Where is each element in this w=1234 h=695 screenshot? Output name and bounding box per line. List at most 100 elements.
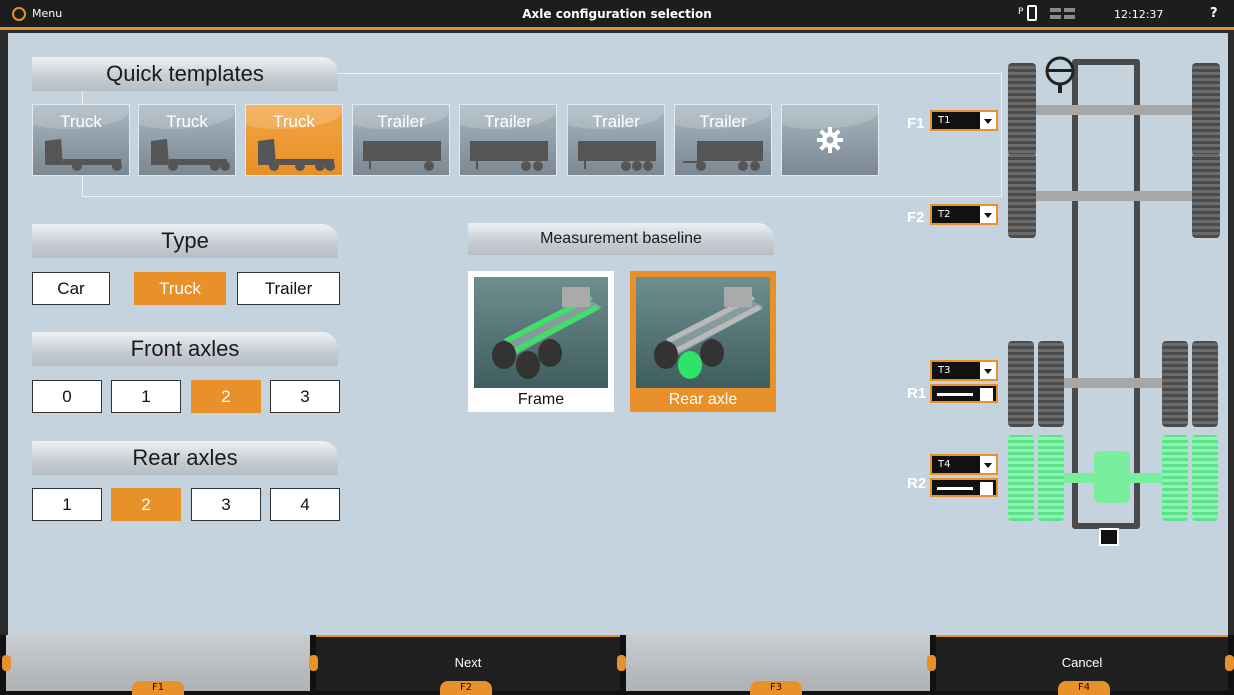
chevron-down-icon (980, 112, 996, 129)
f2-key-tab: F2 (440, 681, 492, 695)
chevron-down-icon (980, 206, 996, 223)
steering-wheel-icon (1045, 56, 1075, 93)
template-button-1[interactable]: Truck (32, 104, 130, 176)
f1-key-tab: F1 (132, 681, 184, 695)
template-button-label: Truck (273, 112, 315, 131)
baseline-frame-label: Frame (517, 391, 565, 408)
help-button[interactable]: ? (1210, 6, 1218, 21)
front-axles-title: Front axles (130, 336, 240, 361)
divider-notch (927, 655, 936, 671)
axle-tag-f1: F1 (907, 115, 925, 132)
axle-diagram: F1 T1 F2 T2 R1 T3 R2 T4 (888, 53, 1220, 546)
type-option-truck[interactable]: Truck (134, 272, 226, 305)
divider-notch (309, 655, 318, 671)
type-title: Type (161, 228, 209, 253)
axle-tag-r2: R2 (907, 475, 927, 492)
template-button-7[interactable]: Trailer (674, 104, 772, 176)
axle-beam-f2 (1036, 191, 1192, 201)
quick-templates-header: Quick templates (32, 57, 338, 91)
tire-r1-left-outer (1008, 341, 1034, 427)
track-width-icon (937, 487, 973, 490)
tire-f2-left (1008, 153, 1036, 238)
chevron-down-icon (980, 456, 996, 473)
template-button-3[interactable]: Truck (245, 104, 343, 176)
axle-select-f2-value: T2 (938, 209, 951, 220)
front-axles-header: Front axles (32, 332, 338, 366)
divider-notch (2, 655, 11, 671)
template-button-label: Trailer (377, 112, 425, 131)
tire-r2-left-inner (1038, 435, 1064, 521)
rear-axles-option-2[interactable]: 2 (111, 488, 181, 521)
cancel-button-label: Cancel (1061, 655, 1103, 670)
front-axles-option-0[interactable]: 0 (32, 380, 102, 413)
page-title: Axle configuration selection (522, 7, 712, 21)
truck-3axle-icon (151, 139, 230, 171)
template-settings-button[interactable] (781, 104, 879, 176)
truck-chassis-image (492, 287, 602, 379)
function-key-bar: Next Cancel F1 F2 F3 F4 (0, 635, 1234, 695)
phone-icon (1027, 5, 1037, 21)
baseline-rear-axle-label: Rear axle (668, 391, 738, 408)
frame-baseline-image (474, 277, 608, 388)
up-arrow-icon (980, 482, 993, 495)
axle-select-r2[interactable]: T4 (930, 454, 998, 475)
axle-tag-r1: R1 (907, 385, 927, 402)
axle-select-f1-value: T1 (938, 115, 951, 126)
front-axles-option-2[interactable]: 2 (191, 380, 261, 413)
front-axles-option-3[interactable]: 3 (270, 380, 340, 413)
template-button-4[interactable]: Trailer (352, 104, 450, 176)
axle-tag-f2: F2 (907, 209, 925, 226)
truck-rear-axle-image (654, 287, 764, 379)
drawbar-trailer-icon (683, 141, 763, 171)
title-bar: Menu Axle configuration selection P 12:1… (0, 0, 1234, 30)
baseline-option-rear-axle[interactable]: Rear axle (630, 271, 776, 412)
rear-axles-option-1[interactable]: 1 (32, 488, 102, 521)
rear-axles-option-3[interactable]: 3 (191, 488, 261, 521)
measurement-baseline-title: Measurement baseline (540, 230, 702, 247)
type-option-car[interactable]: Car (32, 272, 110, 305)
axle-select-f2[interactable]: T2 (930, 204, 998, 225)
trailer-3axle-icon (578, 141, 656, 171)
template-button-5[interactable]: Trailer (459, 104, 557, 176)
divider-notch (1225, 655, 1234, 671)
tire-r1-right-outer (1192, 341, 1218, 427)
up-arrow-icon (980, 388, 993, 401)
tire-r2-right-outer (1192, 435, 1218, 521)
truck-2axle-icon (45, 139, 122, 171)
axle-select-r1-value: T3 (938, 365, 951, 376)
rear-axles-option-4[interactable]: 4 (270, 488, 340, 521)
trailer-2axle-icon (470, 141, 548, 171)
status-p-label: P (1018, 7, 1024, 17)
tire-r2-left-outer (1008, 435, 1034, 521)
connection-icon (1050, 8, 1076, 20)
f3-key-tab: F3 (750, 681, 802, 695)
rear-axle-baseline-image (636, 277, 770, 388)
tire-f2-right (1192, 153, 1220, 238)
type-option-trailer[interactable]: Trailer (237, 272, 340, 305)
clock: 12:12:37 (1114, 8, 1164, 21)
template-button-label: Trailer (592, 112, 640, 131)
template-button-6[interactable]: Trailer (567, 104, 665, 176)
chevron-down-icon (980, 362, 996, 379)
tire-r2-right-inner (1162, 435, 1188, 521)
axle-select-r1[interactable]: T3 (930, 360, 998, 381)
tire-r1-left-inner (1038, 341, 1064, 427)
rear-axles-header: Rear axles (32, 441, 338, 475)
axle-options-r2[interactable] (930, 478, 998, 497)
baseline-arrow-icon (1099, 528, 1119, 546)
tire-f1-left (1008, 63, 1036, 156)
axle-options-r1[interactable] (930, 384, 998, 403)
f4-key-tab: F4 (1058, 681, 1110, 695)
axle-beam-r1 (1064, 378, 1162, 388)
template-button-label: Trailer (484, 112, 532, 131)
track-width-icon (937, 393, 973, 396)
axle-select-f1[interactable]: T1 (930, 110, 998, 131)
type-header: Type (32, 224, 338, 258)
baseline-option-frame[interactable]: Frame (468, 271, 614, 412)
template-button-label: Truck (166, 112, 208, 131)
trailer-1axle-icon (363, 141, 441, 171)
divider-notch (617, 655, 626, 671)
front-axles-option-1[interactable]: 1 (111, 380, 181, 413)
differential-r2 (1094, 451, 1130, 503)
template-button-2[interactable]: Truck (138, 104, 236, 176)
